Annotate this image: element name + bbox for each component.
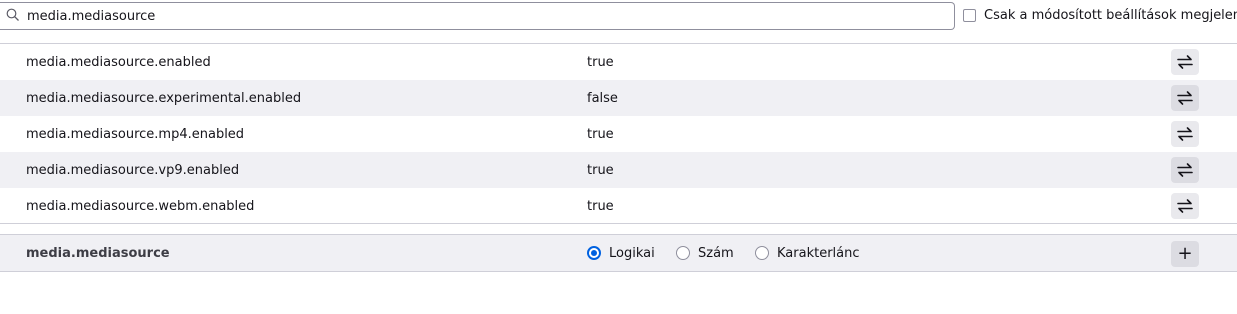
- new-pref-row: media.mediasource Logikai Szám Karakterl…: [0, 234, 1237, 272]
- toggle-button[interactable]: [1171, 85, 1199, 111]
- prefs-table: media.mediasource.enabled true media.med…: [0, 43, 1237, 224]
- radio-label-string: Karakterlánc: [777, 246, 860, 261]
- search-input[interactable]: [27, 3, 927, 29]
- radio-string[interactable]: [755, 246, 769, 260]
- pref-row: media.mediasource.mp4.enabled true: [0, 116, 1237, 152]
- pref-row: media.mediasource.webm.enabled true: [0, 188, 1237, 224]
- toggle-icon: [1177, 55, 1193, 69]
- pref-name: media.mediasource.mp4.enabled: [26, 127, 245, 142]
- pref-name: media.mediasource.webm.enabled: [26, 199, 255, 214]
- pref-name: media.mediasource.enabled: [26, 55, 211, 70]
- add-button[interactable]: +: [1171, 241, 1199, 267]
- pref-value[interactable]: true: [587, 55, 614, 70]
- toggle-button[interactable]: [1171, 49, 1199, 75]
- toggle-button[interactable]: [1171, 157, 1199, 183]
- search-icon: [6, 8, 19, 21]
- radio-boolean[interactable]: [587, 246, 601, 260]
- show-modified-label: Csak a módosított beállítások megjelenít…: [984, 8, 1237, 23]
- plus-icon: +: [1177, 243, 1193, 264]
- radio-number[interactable]: [676, 246, 690, 260]
- toggle-icon: [1177, 199, 1193, 213]
- divider: [0, 223, 1237, 224]
- pref-name: media.mediasource.vp9.enabled: [26, 163, 240, 178]
- pref-row: media.mediasource.experimental.enabled f…: [0, 80, 1237, 116]
- search-bar: Csak a módosított beállítások megjelenít…: [0, 0, 1237, 32]
- search-box[interactable]: [0, 2, 955, 30]
- radio-label-number: Szám: [698, 246, 734, 261]
- show-modified-checkbox[interactable]: [963, 9, 976, 22]
- new-pref-name: media.mediasource: [26, 246, 170, 261]
- pref-name: media.mediasource.experimental.enabled: [26, 91, 302, 106]
- pref-value[interactable]: true: [587, 199, 614, 214]
- radio-label-boolean: Logikai: [609, 246, 655, 261]
- pref-value[interactable]: false: [587, 91, 618, 106]
- toggle-icon: [1177, 127, 1193, 141]
- pref-value[interactable]: true: [587, 163, 614, 178]
- pref-row: media.mediasource.vp9.enabled true: [0, 152, 1237, 188]
- toggle-button[interactable]: [1171, 121, 1199, 147]
- pref-row: media.mediasource.enabled true: [0, 44, 1237, 80]
- toggle-button[interactable]: [1171, 193, 1199, 219]
- pref-value[interactable]: true: [587, 127, 614, 142]
- toggle-icon: [1177, 163, 1193, 177]
- toggle-icon: [1177, 91, 1193, 105]
